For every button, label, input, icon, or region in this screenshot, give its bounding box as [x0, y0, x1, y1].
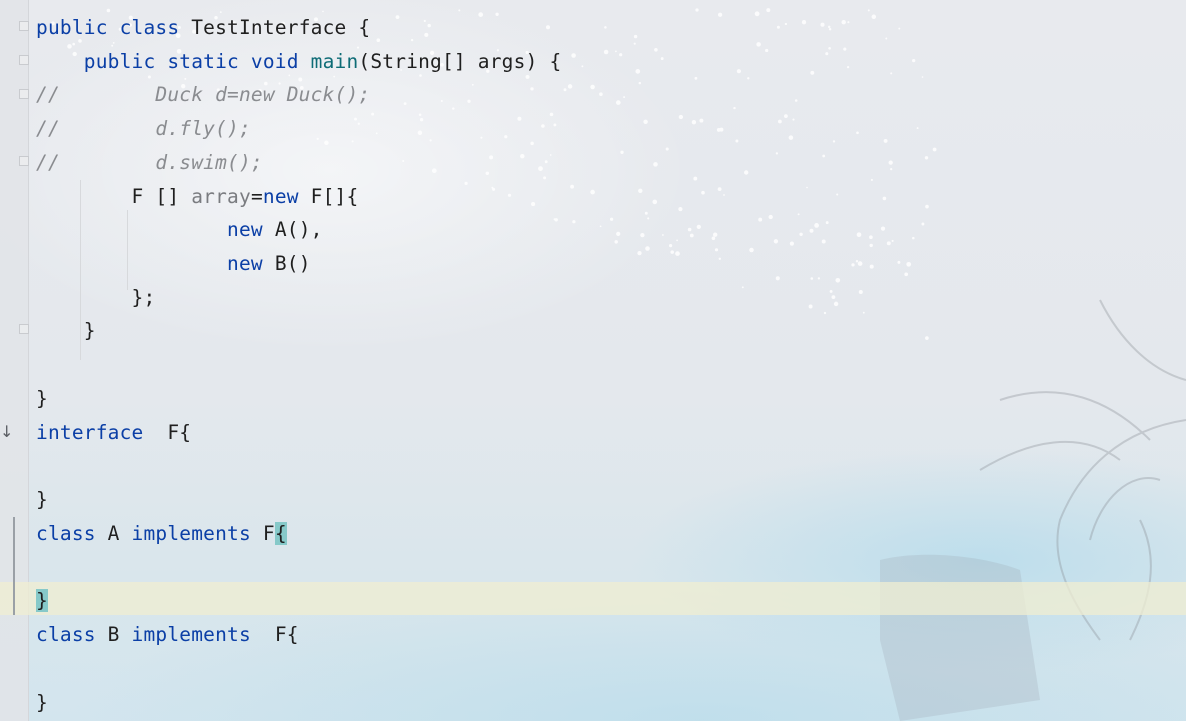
code-token: A	[107, 522, 132, 545]
code-token: public class	[36, 16, 192, 39]
code-line[interactable]: // d.swim();	[36, 146, 263, 179]
code-token: // d.fly();	[36, 117, 251, 140]
code-token: implements	[131, 522, 263, 545]
code-token: implements	[131, 623, 263, 646]
code-line[interactable]: new A(),	[36, 213, 323, 246]
code-token: F []	[36, 185, 192, 208]
code-line[interactable]: // Duck d=new Duck();	[36, 78, 370, 111]
code-line[interactable]: }	[36, 483, 48, 516]
code-line[interactable]: };	[36, 281, 156, 314]
code-line[interactable]: }	[36, 382, 48, 415]
matched-brace: }	[36, 589, 48, 612]
code-editor[interactable]: public class TestInterface { public stat…	[0, 0, 1186, 721]
code-token: public static void	[83, 50, 311, 73]
code-line[interactable]: // d.fly();	[36, 112, 251, 145]
code-token: F	[262, 522, 275, 545]
code-line[interactable]: }	[36, 686, 48, 719]
code-token: // d.swim();	[36, 151, 263, 174]
code-token: main	[310, 50, 359, 73]
code-token: B	[107, 623, 132, 646]
code-line[interactable]: interface F{	[36, 416, 191, 449]
code-line[interactable]: new B()	[36, 247, 311, 280]
code-line[interactable]: F [] array=new F[]{	[36, 180, 359, 213]
code-token: A(),	[274, 218, 323, 241]
code-token: F[]{	[310, 185, 359, 208]
code-token: F{	[262, 623, 299, 646]
code-token: new	[262, 185, 311, 208]
code-line[interactable]: class A implements F{	[36, 517, 287, 550]
code-token: new	[227, 218, 275, 241]
code-line[interactable]: public class TestInterface {	[36, 11, 370, 44]
code-token: =	[250, 185, 263, 208]
code-token: // Duck d=new Duck();	[36, 83, 371, 106]
code-token: }	[36, 488, 48, 511]
code-token: }	[36, 387, 48, 410]
code-line[interactable]: public static void main(String[] args) {	[36, 45, 561, 78]
code-token: B()	[274, 252, 311, 275]
code-line[interactable]: }	[36, 584, 48, 617]
code-line[interactable]: class B implements F{	[36, 618, 299, 651]
code-token: class	[36, 522, 108, 545]
matched-brace: {	[274, 522, 287, 545]
code-token: };	[36, 286, 156, 309]
code-token: (String[] args) {	[358, 50, 562, 73]
code-token: TestInterface {	[191, 16, 371, 39]
code-token: F{	[155, 421, 192, 444]
code-token: new	[227, 252, 275, 275]
code-token: }	[36, 319, 96, 342]
code-token: interface	[36, 421, 156, 444]
code-token: class	[36, 623, 108, 646]
code-line[interactable]: }	[36, 314, 96, 347]
code-token: array	[191, 185, 251, 208]
code-token: }	[36, 691, 48, 714]
